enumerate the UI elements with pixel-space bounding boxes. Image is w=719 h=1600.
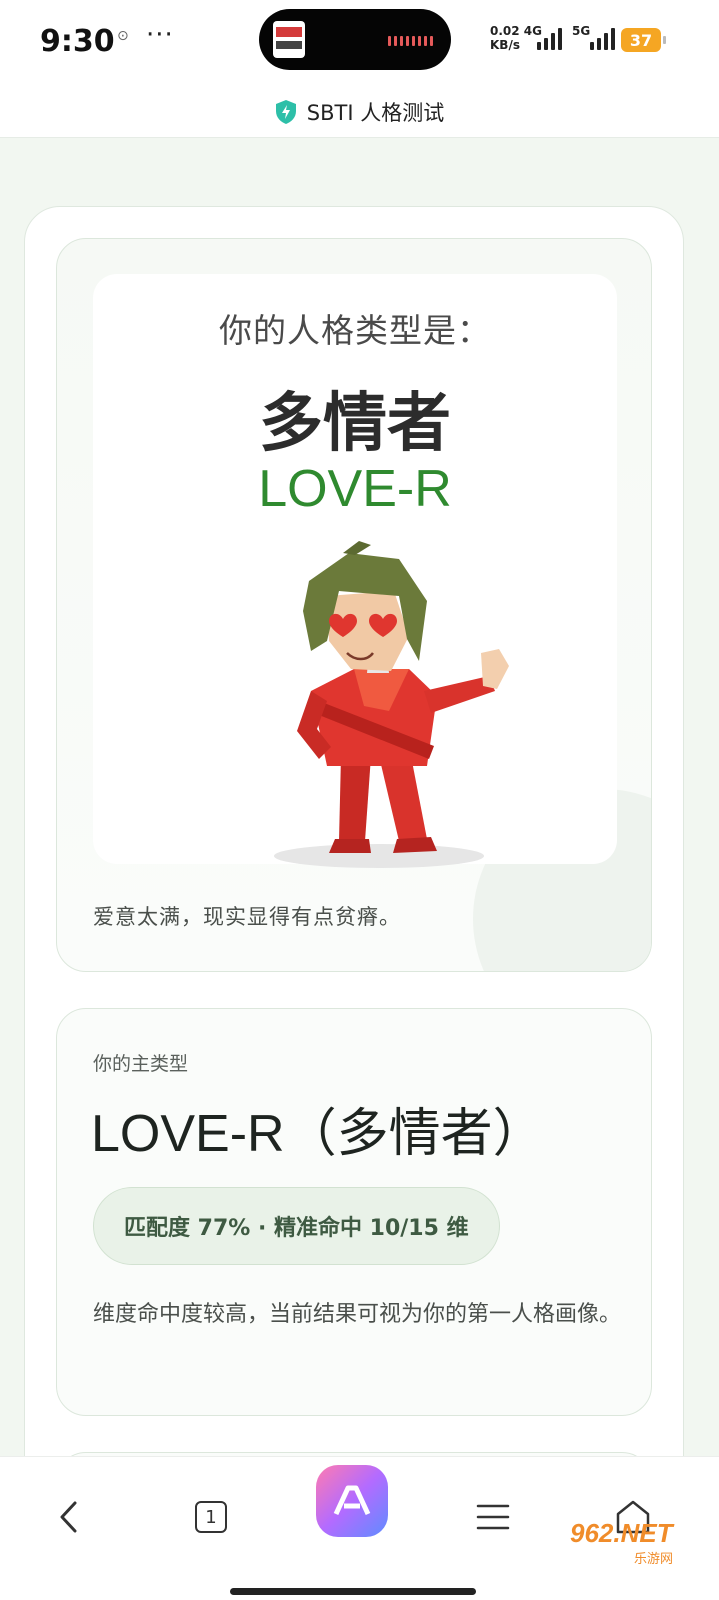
result-description: 爱意太满，现实显得有点贫瘠。 — [93, 905, 401, 929]
main-type-title: LOVE-R（多情者） — [91, 1105, 545, 1163]
watermark-logo: 962.NET — [570, 1518, 673, 1548]
main-type-label: 你的主类型 — [93, 1053, 189, 1075]
tab-count-badge: 1 — [195, 1501, 227, 1533]
status-time: 9:30 — [40, 24, 115, 59]
match-score-badge: 匹配度 77% · 精准命中 10/15 维 — [93, 1187, 500, 1265]
menu-icon — [476, 1504, 510, 1530]
page-header: SBTI 人格测试 — [0, 86, 719, 138]
dynamic-island[interactable] — [259, 9, 451, 70]
personality-poster: 你的人格类型是： 多情者 LOVE-R — [93, 274, 617, 868]
main-type-card: 你的主类型 LOVE-R（多情者） 匹配度 77% · 精准命中 10/15 维… — [56, 1008, 652, 1416]
media-thumbnail — [273, 21, 305, 58]
network-speed: 0.02 4G KB/s — [490, 24, 542, 52]
signal-5g-icon — [590, 28, 615, 50]
site-watermark: 962.NET 乐游网 — [570, 1518, 712, 1567]
back-button[interactable] — [34, 1477, 104, 1557]
ai-logo-icon — [333, 1485, 371, 1516]
ai-assistant-button[interactable] — [316, 1465, 388, 1537]
audio-bars-icon — [388, 36, 433, 46]
poster-heading: 你的人格类型是： — [219, 311, 491, 350]
personality-result-card: 你的人格类型是： 多情者 LOVE-R 爱意太满，现实显得有点贫瘠。 — [56, 238, 652, 972]
lover-character-illustration — [274, 541, 509, 868]
network-5g-label: 5G — [572, 24, 591, 38]
battery-indicator: 37 — [621, 28, 666, 52]
main-type-description: 维度命中度较高，当前结果可视为你的第一人格画像。 — [93, 1302, 622, 1327]
menu-button[interactable] — [458, 1477, 528, 1557]
more-notifications-icon: ··· — [146, 20, 174, 50]
poster-type-name: 多情者 — [259, 387, 451, 461]
status-bar: 9:30 ⊙ ··· 0.02 4G KB/s 5G 37 — [0, 0, 719, 86]
page-title: SBTI 人格测试 — [306, 100, 445, 125]
poster-type-code: LOVE-R — [258, 460, 452, 518]
watermark-subtitle: 乐游网 — [634, 1552, 674, 1567]
signal-4g-icon — [537, 28, 562, 50]
chevron-left-icon — [60, 1501, 77, 1533]
do-not-disturb-icon: ⊙ — [117, 28, 129, 44]
shield-bolt-icon — [275, 99, 296, 124]
tabs-button[interactable]: 1 — [176, 1477, 246, 1557]
home-indicator[interactable] — [230, 1588, 476, 1595]
